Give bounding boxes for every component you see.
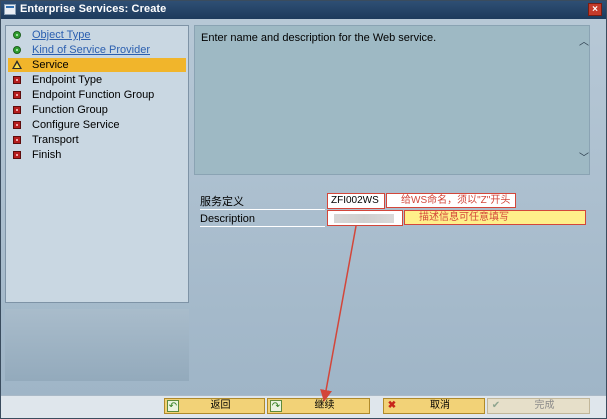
step-label: Service: [32, 59, 69, 71]
cancel-button[interactable]: ✖ 取消: [383, 398, 485, 414]
service-definition-row: 服务定义 ZFI002WS 给WS命名，须以"Z"开头: [200, 193, 588, 210]
step-transport: Transport: [8, 133, 186, 147]
window-title: Enterprise Services: Create: [20, 3, 167, 15]
scroll-up-icon[interactable]: ︿: [578, 37, 590, 49]
step-label: Endpoint Function Group: [32, 89, 155, 101]
step-function-group: Function Group: [8, 103, 186, 117]
dialog-content: Object Type Kind of Service Provider Ser…: [1, 19, 606, 395]
status-red-icon: [13, 151, 21, 159]
back-label: 返回: [210, 400, 231, 411]
scroll-down-icon[interactable]: ﹀: [578, 153, 590, 165]
step-configure-service: Configure Service: [8, 118, 186, 132]
name-annotation: 给WS命名，须以"Z"开头: [386, 193, 516, 208]
info-panel: Enter name and description for the Web s…: [194, 25, 590, 175]
decorative-panel: [5, 309, 189, 381]
continue-label: 继续: [314, 400, 335, 411]
cancel-icon: ✖: [387, 400, 397, 411]
redacted-text: [334, 214, 394, 223]
step-service[interactable]: Service: [8, 58, 186, 72]
step-label: Object Type: [32, 29, 91, 41]
cancel-label: 取消: [430, 400, 450, 411]
status-red-icon: [13, 76, 21, 84]
status-green-icon: [13, 46, 21, 54]
title-bar[interactable]: Enterprise Services: Create ×: [1, 1, 606, 19]
step-object-type[interactable]: Object Type: [8, 28, 186, 42]
button-bar: ↶ 返回 ↷ 继续 ✖ 取消 ✔ 完成: [1, 395, 606, 418]
service-name-input[interactable]: ZFI002WS: [327, 193, 385, 209]
status-warning-icon: [12, 60, 22, 69]
service-definition-label: 服务定义: [200, 196, 244, 208]
close-button[interactable]: ×: [588, 3, 602, 16]
back-icon: ↶: [167, 400, 179, 412]
step-endpoint-function-group: Endpoint Function Group: [8, 88, 186, 102]
status-red-icon: [13, 106, 21, 114]
description-row: Description 描述信息可任意填写: [200, 210, 588, 227]
continue-icon: ↷: [270, 400, 282, 412]
complete-icon: ✔: [491, 400, 501, 411]
divider: [200, 226, 325, 227]
step-label: Configure Service: [32, 119, 120, 131]
complete-label: 完成: [534, 400, 555, 411]
step-finish: Finish: [8, 148, 186, 162]
info-text: Enter name and description for the Web s…: [201, 32, 437, 44]
step-label: Function Group: [32, 104, 108, 116]
description-label: Description: [200, 213, 256, 225]
step-endpoint-type: Endpoint Type: [8, 73, 186, 87]
step-label: Endpoint Type: [32, 74, 103, 86]
window-icon: [4, 4, 16, 15]
status-red-icon: [13, 91, 21, 99]
continue-button[interactable]: ↷ 继续: [267, 398, 370, 414]
complete-button: ✔ 完成: [487, 398, 590, 414]
status-red-icon: [13, 121, 21, 129]
step-label: Transport: [32, 134, 79, 146]
description-input[interactable]: [327, 210, 403, 226]
description-annotation: 描述信息可任意填写: [404, 210, 586, 225]
status-green-icon: [13, 31, 21, 39]
status-red-icon: [13, 136, 21, 144]
divider: [200, 209, 325, 210]
back-button[interactable]: ↶ 返回: [164, 398, 265, 414]
step-list: Object Type Kind of Service Provider Ser…: [5, 25, 189, 303]
dialog-window: Enterprise Services: Create × Object Typ…: [0, 0, 607, 419]
step-label: Finish: [32, 149, 62, 161]
step-label: Kind of Service Provider: [32, 44, 150, 56]
step-kind-of-service-provider[interactable]: Kind of Service Provider: [8, 43, 186, 57]
